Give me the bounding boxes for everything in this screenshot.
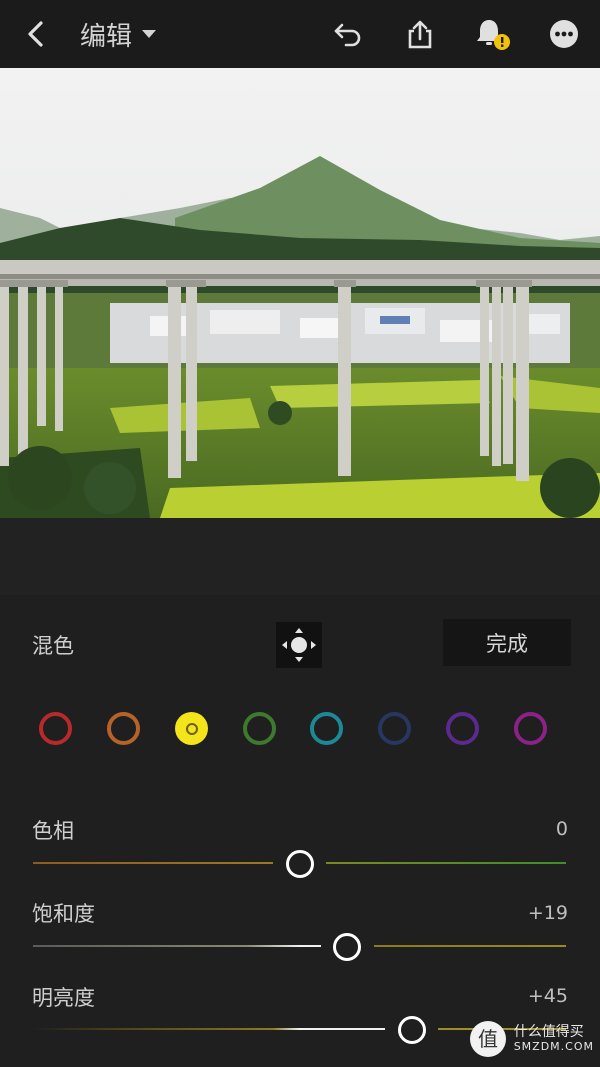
luminance-slider-thumb[interactable] xyxy=(398,1016,426,1044)
targeted-adjustment-icon xyxy=(282,628,316,662)
saturation-value: +19 xyxy=(527,902,568,924)
done-button[interactable]: 完成 xyxy=(443,619,571,666)
color-swatch-orange[interactable] xyxy=(107,712,140,745)
notification-bell-icon[interactable] xyxy=(472,14,512,54)
targeted-adjustment-button[interactable] xyxy=(276,622,322,668)
hue-slider-thumb[interactable] xyxy=(286,850,314,878)
watermark: 值 什么值得买 SMZDM.COM xyxy=(468,1019,594,1059)
saturation-slider-track[interactable] xyxy=(33,945,566,947)
color-swatch-purple[interactable] xyxy=(446,712,479,745)
photo-preview[interactable] xyxy=(0,68,600,518)
luminance-label: 明亮度 xyxy=(32,986,95,1010)
saturation-label: 饱和度 xyxy=(32,902,95,926)
luminance-value: +45 xyxy=(527,985,568,1007)
hue-value: 0 xyxy=(555,818,568,840)
color-swatch-magenta[interactable] xyxy=(514,712,547,745)
more-icon[interactable] xyxy=(544,14,584,54)
svg-text:值: 值 xyxy=(478,1027,498,1051)
color-swatch-yellow[interactable] xyxy=(175,712,208,745)
top-bar: 编辑 xyxy=(0,0,600,68)
undo-icon[interactable] xyxy=(328,14,368,54)
color-mix-label: 混色 xyxy=(32,634,74,658)
hue-label: 色相 xyxy=(32,819,74,843)
share-icon[interactable] xyxy=(400,14,440,54)
page-title: 编辑 xyxy=(80,21,133,52)
selected-indicator-icon xyxy=(185,722,198,735)
watermark-text-en: SMZDM.COM xyxy=(513,1039,594,1053)
saturation-slider-thumb[interactable] xyxy=(333,933,361,961)
photo-padding xyxy=(0,518,600,595)
watermark-logo-icon: 值 xyxy=(469,1021,506,1057)
edit-menu-dropdown[interactable]: 编辑 xyxy=(80,16,157,52)
color-swatch-aqua[interactable] xyxy=(310,712,343,745)
color-swatch-blue[interactable] xyxy=(378,712,411,745)
back-icon[interactable] xyxy=(16,14,56,54)
color-swatch-red[interactable] xyxy=(39,712,72,745)
watermark-text-cn: 什么值得买 xyxy=(513,1024,584,1041)
dropdown-caret-icon xyxy=(142,30,157,38)
color-swatch-green[interactable] xyxy=(243,712,276,745)
